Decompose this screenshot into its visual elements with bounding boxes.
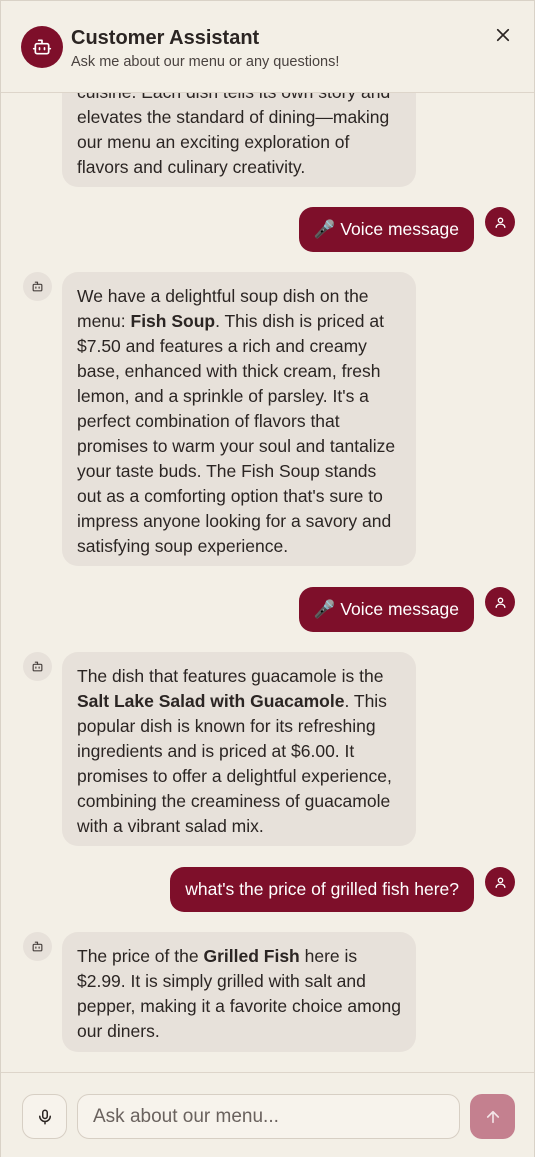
header-subtitle: Ask me about our menu or any questions! (71, 54, 340, 70)
message-text: what's the price of grilled fish here? (185, 879, 459, 899)
microphone-icon: 🎤 (313, 599, 336, 619)
chat-window: Customer Assistant Ask me about our menu… (0, 0, 535, 1157)
bot-message: cuisine. Each dish tells its own story a… (62, 93, 416, 187)
bot-message: The dish that features guacamole is the … (62, 652, 416, 846)
bot-avatar (23, 652, 52, 681)
user-voice-message[interactable]: 🎤 Voice message (298, 207, 474, 252)
message-list[interactable]: cuisine. Each dish tells its own story a… (1, 93, 534, 1072)
header-title: Customer Assistant (71, 27, 260, 49)
close-icon (496, 28, 510, 42)
message-text: . This popular dish is known for its ref… (77, 691, 392, 836)
dish-name: Grilled Fish (203, 946, 300, 966)
message-line: elevates the standard of dining—making (77, 107, 390, 127)
user-avatar (485, 587, 515, 617)
input-bar (1, 1072, 534, 1157)
assistant-avatar (21, 26, 63, 68)
robot-icon (32, 281, 43, 292)
message-text: The price of the (77, 946, 204, 966)
voice-record-button[interactable] (22, 1094, 67, 1139)
robot-icon (32, 661, 43, 672)
message-line: cuisine. Each dish tells its own story a… (77, 93, 401, 105)
arrow-up-icon (486, 1110, 499, 1123)
user-avatar (485, 867, 515, 897)
bot-avatar (23, 932, 52, 961)
microphone-icon (38, 1109, 51, 1124)
robot-icon (32, 39, 52, 55)
bot-message: We have a delightful soup dish on the me… (62, 272, 416, 566)
microphone-icon: 🎤 (313, 219, 336, 239)
send-button[interactable] (470, 1094, 515, 1139)
bot-message: The price of the Grilled Fish here is $2… (62, 932, 416, 1052)
message-line: flavors and culinary creativity. (77, 157, 306, 177)
message-text: Voice message (340, 219, 459, 239)
dish-name: Fish Soup (130, 311, 216, 331)
message-input[interactable] (77, 1094, 460, 1139)
user-icon (495, 597, 505, 608)
message-text: Voice message (340, 599, 459, 619)
chat-header: Customer Assistant Ask me about our menu… (1, 1, 534, 93)
user-avatar (485, 207, 515, 237)
message-line: our menu an exciting exploration of (77, 132, 350, 152)
robot-icon (32, 941, 43, 952)
user-message: what's the price of grilled fish here? (170, 867, 474, 912)
message-text: The dish that features guacamole is the (77, 666, 384, 686)
user-voice-message[interactable]: 🎤 Voice message (298, 587, 474, 632)
user-icon (495, 877, 505, 888)
close-button[interactable] (487, 19, 519, 51)
user-icon (495, 217, 505, 228)
message-text: . This dish is priced at $7.50 and featu… (77, 311, 396, 556)
bot-avatar (23, 272, 52, 301)
dish-name: Salt Lake Salad with Guacamole (77, 691, 345, 711)
